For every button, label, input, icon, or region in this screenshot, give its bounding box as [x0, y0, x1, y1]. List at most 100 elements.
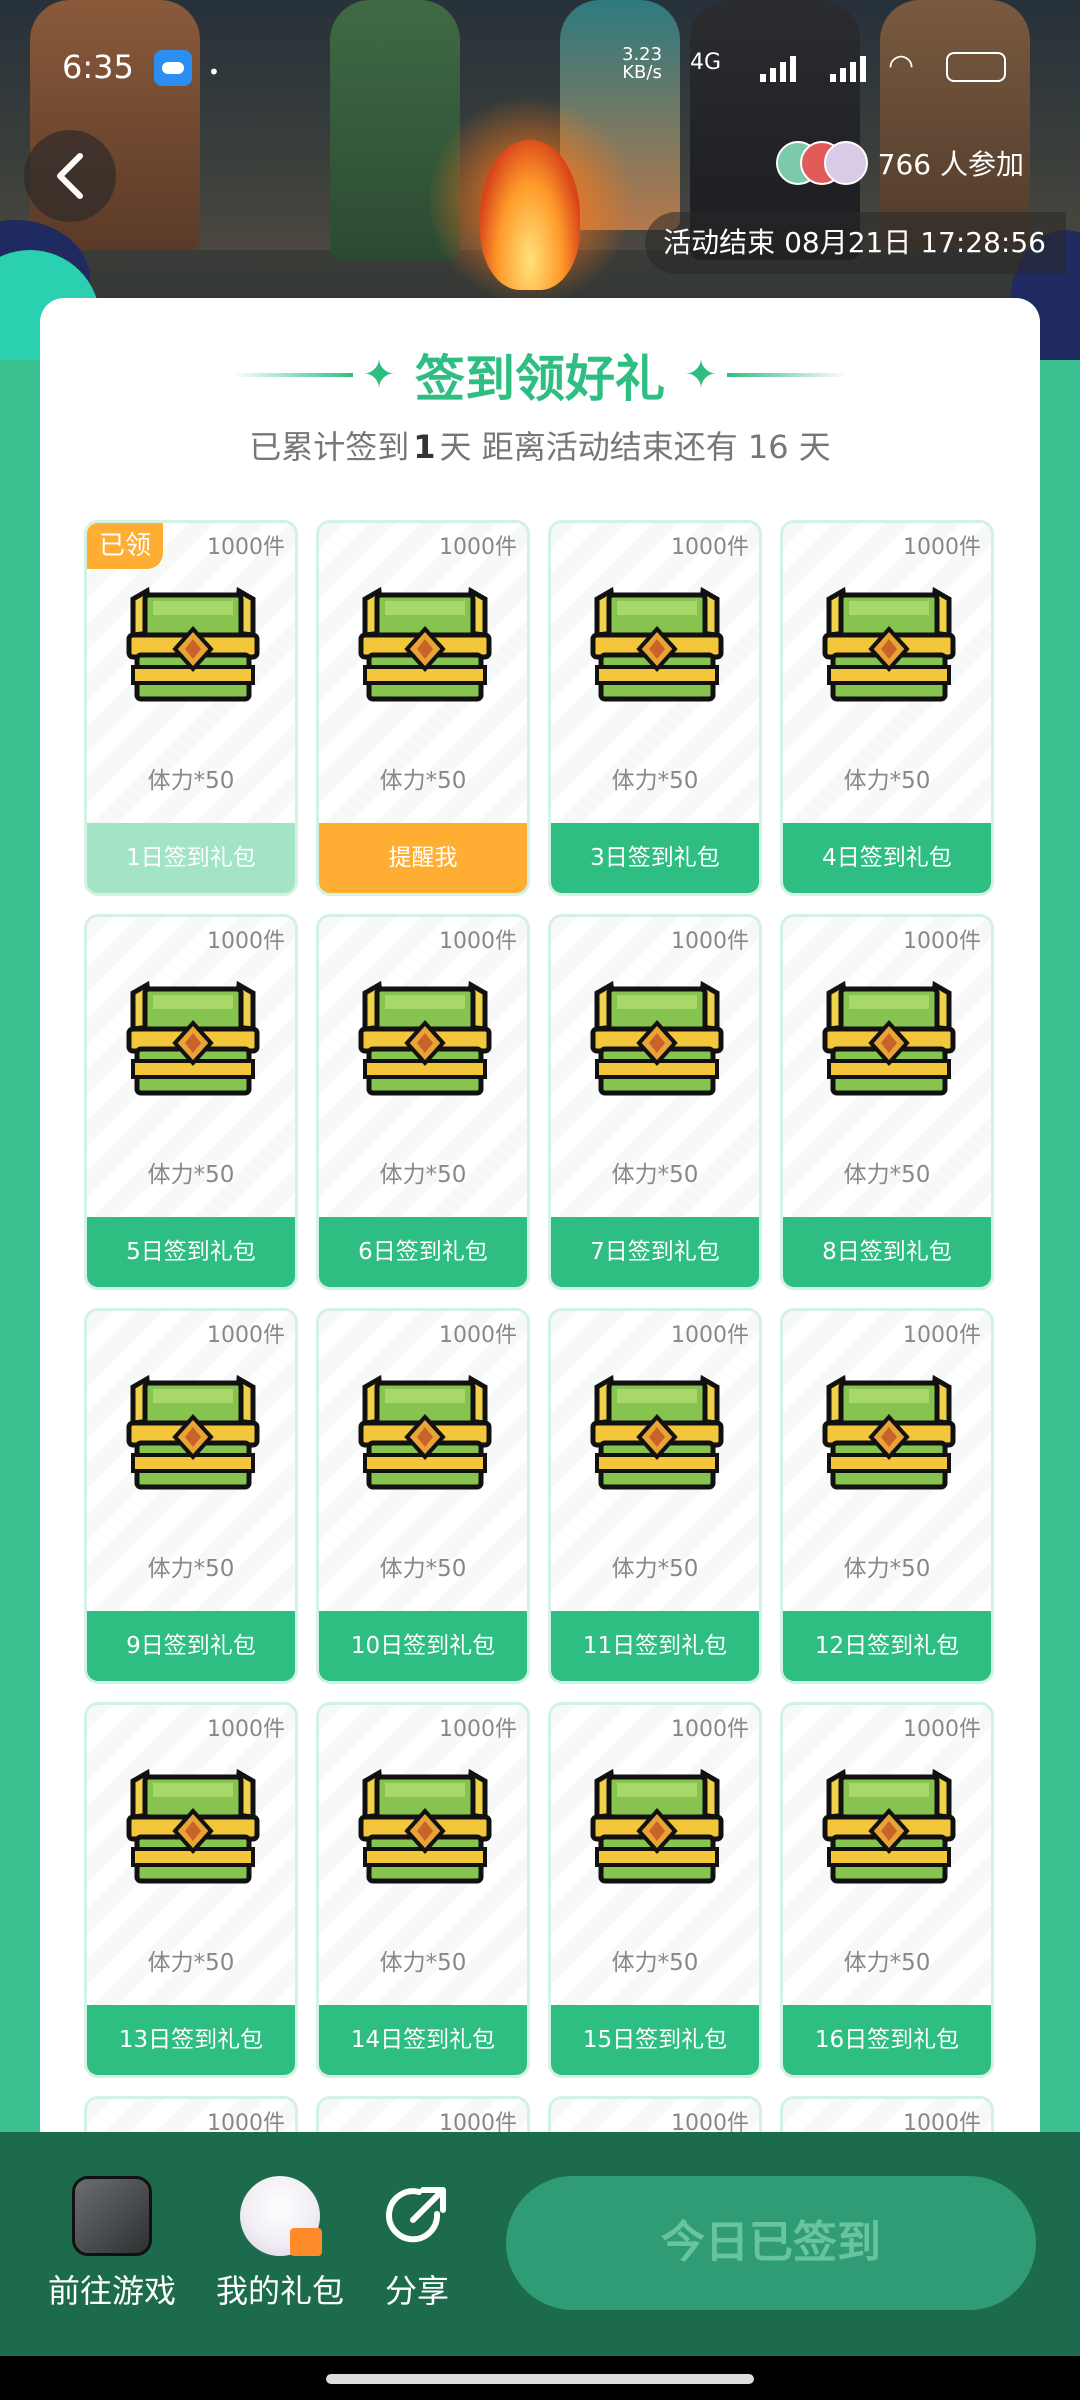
participants-info: 766 人参加	[775, 138, 1024, 188]
reward-card[interactable]: 1000件 已领 体力*50 1日签到礼包	[84, 520, 298, 896]
reward-card[interactable]: 1000件体力*50 10日签到礼包	[316, 1308, 530, 1684]
participant-avatars	[775, 141, 870, 185]
title-divider	[727, 373, 847, 377]
treasure-chest-icon	[587, 1371, 727, 1501]
my-gifts-label: 我的礼包	[215, 2272, 344, 2310]
reward-text: 体力*50	[147, 1162, 235, 1188]
reward-text: 体力*50	[379, 768, 467, 794]
reward-text: 体力*50	[843, 1162, 931, 1188]
gift-pack-button[interactable]: 13日签到礼包	[87, 2005, 295, 2075]
reward-quantity: 1000件	[439, 535, 517, 560]
avatar	[823, 141, 868, 185]
reward-quantity: 1000件	[207, 929, 285, 954]
treasure-chest-icon	[587, 977, 727, 1107]
summary-rest: 天 距离活动结束还有 16 天	[439, 428, 831, 466]
reward-quantity: 1000件	[207, 1717, 285, 1742]
reward-card[interactable]: 1000件 体力*50 4日签到礼包	[780, 520, 994, 896]
treasure-chest-icon	[355, 977, 495, 1107]
share-icon	[377, 2176, 457, 2256]
go-game-button[interactable]: 前往游戏	[42, 2176, 182, 2312]
panel-title: 签到领好礼	[415, 350, 665, 408]
reward-text: 体力*50	[611, 1950, 699, 1976]
gift-box-icon	[290, 2228, 322, 2256]
gift-pack-button[interactable]: 3日签到礼包	[551, 823, 759, 893]
campfire-icon	[480, 140, 580, 290]
gift-pack-button[interactable]: 9日签到礼包	[87, 1611, 295, 1681]
share-button[interactable]: 分享	[372, 2176, 462, 2312]
battery-icon	[946, 52, 1006, 82]
gift-pack-button[interactable]: 12日签到礼包	[783, 1611, 991, 1681]
gift-pack-button[interactable]: 4日签到礼包	[783, 823, 991, 893]
reward-card[interactable]: 1000件体力*50 7日签到礼包	[548, 914, 762, 1290]
checkin-today-button[interactable]: 今日已签到	[506, 2176, 1036, 2310]
gift-pack-button[interactable]: 5日签到礼包	[87, 1217, 295, 1287]
reward-card[interactable]: 1000件 体力*50 8日签到礼包	[780, 914, 994, 1290]
reward-card[interactable]: 1000件体力*50 14日签到礼包	[316, 1702, 530, 2078]
share-label: 分享	[384, 2272, 449, 2310]
reward-text: 体力*50	[147, 1950, 235, 1976]
remind-me-button[interactable]: 提醒我	[319, 823, 527, 893]
reward-text: 体力*50	[379, 1556, 467, 1582]
signal-icon	[760, 52, 804, 82]
reward-quantity: 1000件	[439, 1717, 517, 1742]
checkin-summary: 已累计签到 1 天 距离活动结束还有 16 天	[40, 422, 1040, 468]
gift-pack-button[interactable]: 8日签到礼包	[783, 1217, 991, 1287]
reward-text: 体力*50	[611, 768, 699, 794]
gift-pack-button[interactable]: 11日签到礼包	[551, 1611, 759, 1681]
gift-pack-button[interactable]: 10日签到礼包	[319, 1611, 527, 1681]
checkin-panel: ✦ 签到领好礼 ✦ 已累计签到 1 天 距离活动结束还有 16 天 1000件 已领体…	[40, 298, 1040, 2138]
activity-end-time: 活动结束 08月21日 17:28:56	[645, 212, 1066, 274]
reward-quantity: 1000件	[439, 1323, 517, 1348]
reward-card[interactable]: 1000件 体力*50 16日签到礼包	[780, 1702, 994, 2078]
treasure-chest-icon	[355, 583, 495, 713]
reward-text: 体力*50	[147, 1556, 235, 1582]
gift-pack-button[interactable]: 15日签到礼包	[551, 2005, 759, 2075]
home-indicator[interactable]	[326, 2374, 754, 2384]
reward-quantity: 1000件	[903, 535, 981, 560]
summary-prefix: 已累计签到	[249, 428, 410, 466]
reward-text: 体力*50	[379, 1162, 467, 1188]
sparkle-icon: ✦	[684, 352, 718, 398]
reward-card[interactable]: 1000件体力*50 15日签到礼包	[548, 1702, 762, 2078]
network-rate: 3.23 KB/s	[622, 44, 663, 83]
reward-text: 体力*50	[843, 1556, 931, 1582]
reward-quantity: 1000件	[903, 1323, 981, 1348]
reward-card[interactable]: 1000件 体力*50 11日签到礼包	[548, 1308, 762, 1684]
reward-card[interactable]: 1000件体力*50 3日签到礼包	[548, 520, 762, 896]
reward-card[interactable]: 1000件体力*50 12日签到礼包	[780, 1308, 994, 1684]
sparkle-icon: ✦	[362, 352, 396, 398]
reward-card[interactable]: 1000件体力*50 9日签到礼包	[84, 1308, 298, 1684]
treasure-chest-icon	[819, 977, 959, 1107]
panel-title-row: ✦ 签到领好礼 ✦	[40, 340, 1040, 410]
treasure-chest-icon	[123, 1371, 263, 1501]
reward-card[interactable]: 1000件体力*50 13日签到礼包	[84, 1702, 298, 2078]
gift-pack-button[interactable]: 6日签到礼包	[319, 1217, 527, 1287]
reward-text: 体力*50	[611, 1556, 699, 1582]
reward-quantity: 1000件	[903, 1717, 981, 1742]
summary-days: 1	[413, 428, 436, 466]
gift-pack-button[interactable]: 14日签到礼包	[319, 2005, 527, 2075]
reward-quantity: 1000件	[671, 1717, 749, 1742]
title-divider	[233, 373, 353, 377]
reward-card[interactable]: 1000件体力*50 6日签到礼包	[316, 914, 530, 1290]
back-button[interactable]	[24, 130, 116, 222]
signal-icon	[830, 52, 874, 82]
my-gifts-button[interactable]: 我的礼包	[210, 2176, 350, 2312]
treasure-chest-icon	[587, 1765, 727, 1895]
reward-quantity: 1000件	[671, 535, 749, 560]
treasure-chest-icon	[819, 1371, 959, 1501]
status-time: 6:35	[62, 48, 134, 86]
reward-quantity: 1000件	[671, 929, 749, 954]
reward-text: 体力*50	[611, 1162, 699, 1188]
reward-card[interactable]: 1000件体力*50 提醒我	[316, 520, 530, 896]
treasure-chest-icon	[123, 583, 263, 713]
reward-text: 体力*50	[379, 1950, 467, 1976]
gift-pack-button[interactable]: 7日签到礼包	[551, 1217, 759, 1287]
status-bar: 6:35 • 3.23 KB/s 4G ◠	[0, 44, 1080, 88]
gift-pack-button[interactable]: 1日签到礼包	[87, 823, 295, 893]
gift-pack-button[interactable]: 16日签到礼包	[783, 2005, 991, 2075]
reward-quantity: 1000件	[439, 929, 517, 954]
reward-quantity: 1000件	[207, 1323, 285, 1348]
reward-card[interactable]: 1000件体力*50 5日签到礼包	[84, 914, 298, 1290]
cloud-app-icon	[154, 50, 192, 86]
